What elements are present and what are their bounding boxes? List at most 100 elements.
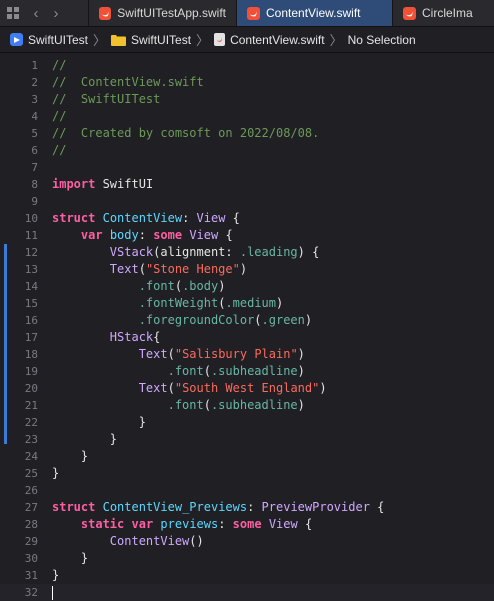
tab-swiftuitestapp[interactable]: SwiftUITestApp.swift	[88, 0, 236, 26]
code-line[interactable]: 17 HStack{	[0, 329, 494, 346]
code-line[interactable]: 18 Text("Salisbury Plain")	[0, 346, 494, 363]
code-line[interactable]: 1 //	[0, 57, 494, 74]
code-token: (	[167, 381, 175, 395]
code-token: )	[218, 279, 226, 293]
code-token: (	[138, 262, 146, 276]
code-line[interactable]: 21 .font(.subheadline)	[0, 397, 494, 414]
code-token: static	[80, 517, 125, 531]
line-number: 31	[24, 569, 38, 582]
breadcrumb-folder-label: SwiftUITest	[131, 32, 192, 47]
tab-label: ContentView.swift	[266, 6, 361, 20]
code-line[interactable]: 19 .font(.subheadline)	[0, 363, 494, 380]
line-number: 28	[24, 518, 38, 531]
code-line[interactable]: 3 // SwiftUITest	[0, 91, 494, 108]
line-number: 18	[24, 348, 38, 361]
code-text: .font(.body)	[52, 278, 226, 295]
back-arrow-icon[interactable]: ‹	[26, 0, 46, 26]
code-token: View	[196, 211, 226, 225]
chevron-right-icon: 〉	[196, 33, 210, 48]
code-token: import	[52, 177, 96, 191]
code-line[interactable]: 23 }	[0, 431, 494, 448]
code-text: }	[52, 448, 88, 465]
code-line[interactable]: 16 .foregroundColor(.green)	[0, 312, 494, 329]
code-text: VStack(alignment: .leading) {	[52, 244, 320, 261]
code-text: .fontWeight(.medium)	[52, 295, 284, 312]
breadcrumb-project[interactable]: SwiftUITest	[10, 33, 88, 47]
code-line[interactable]: 31}	[0, 567, 494, 584]
code-token: "Stone Henge"	[145, 262, 240, 276]
code-token: :	[247, 500, 262, 514]
code-token: )	[239, 262, 248, 276]
code-line[interactable]: 4 //	[0, 108, 494, 125]
code-line[interactable]: 12 VStack(alignment: .leading) {	[0, 244, 494, 261]
code-token: // ContentView.swift	[52, 75, 204, 89]
line-number: 25	[24, 467, 38, 480]
line-number: 4	[31, 110, 38, 123]
code-token: ()	[189, 534, 204, 548]
code-line[interactable]: 27 struct ContentView_Previews: PreviewPr…	[0, 499, 494, 516]
line-number: 26	[24, 484, 38, 497]
code-line[interactable]: 2 // ContentView.swift	[0, 74, 494, 91]
code-token: {	[218, 228, 233, 242]
code-line[interactable]: 15 .fontWeight(.medium)	[0, 295, 494, 312]
code-line[interactable]: 7	[0, 159, 494, 176]
breadcrumb-folder[interactable]: SwiftUITest	[111, 33, 191, 47]
line-number: 8	[31, 178, 38, 191]
code-line[interactable]: 29 ContentView()	[0, 533, 494, 550]
code-text: .font(.subheadline)	[52, 363, 305, 380]
code-line[interactable]: 26	[0, 482, 494, 499]
code-token: some	[232, 517, 262, 531]
line-number: 14	[24, 280, 38, 293]
code-token: :	[182, 211, 197, 225]
tab-circleimage[interactable]: CircleIma	[392, 0, 494, 26]
code-token: VStack	[109, 245, 154, 259]
line-number: 30	[24, 552, 38, 565]
breadcrumb-selection[interactable]: No Selection	[348, 33, 416, 47]
code-line[interactable]: 24 }	[0, 448, 494, 465]
file-icon	[214, 33, 226, 46]
code-token: }	[52, 568, 60, 582]
code-token: .body	[182, 279, 219, 293]
code-line[interactable]: 11 var body: some View {	[0, 227, 494, 244]
code-token: //	[52, 143, 67, 157]
code-token: var	[131, 517, 154, 531]
code-token: some	[153, 228, 183, 242]
code-line[interactable]: 13 Text("Stone Henge")	[0, 261, 494, 278]
forward-arrow-icon[interactable]: ›	[46, 0, 66, 26]
code-editor[interactable]: 1 // 2 // ContentView.swift 3 // SwiftUITest 4…	[0, 54, 494, 601]
code-token: View	[268, 517, 298, 531]
code-line[interactable]: 22 }	[0, 414, 494, 431]
code-line[interactable]: 9	[0, 193, 494, 210]
code-line[interactable]: 5 // Created by comsoft on 2022/08/08.	[0, 125, 494, 142]
code-text: Text("Salisbury Plain")	[52, 346, 305, 363]
code-token: {	[225, 211, 240, 225]
code-line[interactable]: 10 struct ContentView: View {	[0, 210, 494, 227]
code-line[interactable]: 28 static var previews: some View {	[0, 516, 494, 533]
code-text: // SwiftUITest	[52, 91, 160, 108]
code-text: }	[52, 465, 59, 482]
code-token: {	[153, 330, 161, 344]
breadcrumb-file[interactable]: ContentView.swift	[214, 33, 325, 47]
code-token: "Salisbury Plain"	[174, 347, 298, 361]
code-line[interactable]: 25}	[0, 465, 494, 482]
code-text: }	[52, 414, 146, 431]
code-line[interactable]: 30 }	[0, 550, 494, 567]
code-line[interactable]: 14 .font(.body)	[0, 278, 494, 295]
code-line[interactable]: 32	[0, 584, 494, 601]
grid-icon[interactable]	[0, 0, 26, 26]
code-line[interactable]: 20 Text("South West England")	[0, 380, 494, 397]
code-text: //	[52, 108, 66, 125]
code-line[interactable]: 8 import SwiftUI	[0, 176, 494, 193]
tab-contentview[interactable]: ContentView.swift	[236, 0, 392, 26]
code-line[interactable]: 6 //	[0, 142, 494, 159]
line-number: 6	[31, 144, 38, 157]
line-number: 19	[24, 365, 38, 378]
code-token: struct	[52, 500, 96, 514]
